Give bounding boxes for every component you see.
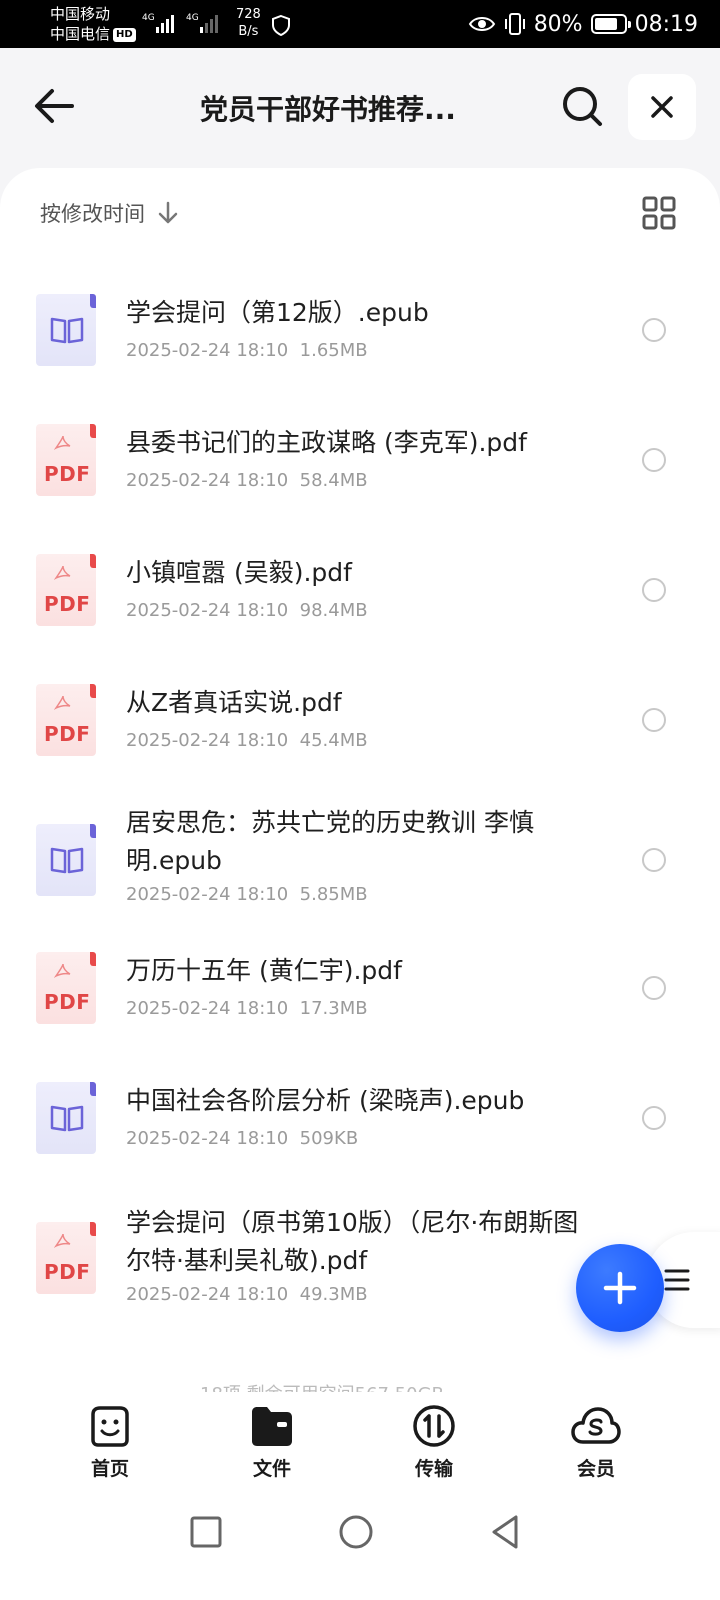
network-speed: 728 B/s xyxy=(236,7,261,39)
epub-file-icon xyxy=(36,294,96,366)
status-bar: 中国移动 中国电信 HD 4G 4G 728 B/s 80% 08:19 xyxy=(0,0,720,48)
nav-home[interactable]: 首页 xyxy=(60,1404,160,1484)
hd-badge: HD xyxy=(113,27,136,42)
acrobat-icon xyxy=(54,1233,71,1248)
file-row[interactable]: 学会提问（第12版）.epub 2025-02-24 18:10 1.65MB xyxy=(0,260,720,390)
bottom-nav: 首页 文件 传输 会员 xyxy=(0,1392,720,1492)
system-nav-bar xyxy=(0,1492,720,1600)
back-triangle-icon[interactable] xyxy=(486,1512,526,1552)
signal-icon-2: 4G xyxy=(186,13,218,33)
select-radio[interactable] xyxy=(642,1106,666,1130)
clock: 08:19 xyxy=(634,11,698,37)
svg-text:4G: 4G xyxy=(142,13,155,23)
file-name: 县委书记们的主政谋略 (李克军).pdf xyxy=(126,428,527,457)
file-meta: 2025-02-24 18:10 509KB xyxy=(126,1128,359,1149)
transfer-icon xyxy=(413,1405,455,1447)
file-name: 万历十五年 (黄仁宇).pdf xyxy=(126,956,402,985)
epub-file-icon xyxy=(36,1082,96,1154)
file-row[interactable]: 中国社会各阶层分析 (梁晓声).epub 2025-02-24 18:10 50… xyxy=(0,1060,720,1190)
book-icon xyxy=(50,317,84,344)
acrobat-icon xyxy=(54,435,71,450)
book-icon xyxy=(50,1105,84,1132)
carrier-2: 中国电信 xyxy=(50,25,111,43)
file-row[interactable]: 居安思危：苏共亡党的历史教训 李慎明.epub 2025-02-24 18:10… xyxy=(0,780,720,930)
smiley-home-icon xyxy=(91,1406,129,1447)
file-row[interactable]: PDF 从Z者真话实说.pdf 2025-02-24 18:10 45.4MB xyxy=(0,650,720,780)
pdf-file-icon: PDF xyxy=(36,952,96,1024)
epub-file-icon xyxy=(36,824,96,896)
nav-transfer[interactable]: 传输 xyxy=(384,1404,484,1484)
select-radio[interactable] xyxy=(642,448,666,472)
acrobat-icon xyxy=(54,565,71,580)
svg-text:4G: 4G xyxy=(186,13,199,23)
pdf-file-icon: PDF xyxy=(36,684,96,756)
file-name: 中国社会各阶层分析 (梁晓声).epub xyxy=(126,1086,525,1115)
file-row[interactable]: PDF 县委书记们的主政谋略 (李克军).pdf 2025-02-24 18:1… xyxy=(0,390,720,520)
signal-icon: 4G xyxy=(142,13,174,33)
file-meta: 2025-02-24 18:10 45.4MB xyxy=(126,730,368,751)
carrier-1: 中国移动 xyxy=(50,5,111,23)
file-name: 从Z者真话实说.pdf xyxy=(126,688,342,717)
app-header: 党员干部好书推荐... xyxy=(0,48,720,164)
select-radio[interactable] xyxy=(642,578,666,602)
battery-icon xyxy=(590,14,631,34)
vibrate-icon xyxy=(504,13,525,35)
file-meta: 2025-02-24 18:10 49.3MB xyxy=(126,1284,368,1305)
plus-icon xyxy=(603,1271,637,1305)
close-button[interactable] xyxy=(628,74,696,140)
home-circle-icon[interactable] xyxy=(336,1512,376,1552)
nav-home-label: 首页 xyxy=(90,1458,129,1480)
sort-control[interactable]: 按修改时间 xyxy=(40,198,179,228)
recent-apps-icon[interactable] xyxy=(186,1512,226,1552)
nav-member-label: 会员 xyxy=(576,1458,615,1480)
nav-transfer-label: 传输 xyxy=(414,1458,453,1480)
select-radio[interactable] xyxy=(642,318,666,342)
nav-files-label: 文件 xyxy=(252,1458,291,1480)
file-name: 学会提问（原书第10版）（尼尔·布朗斯图尔特·基利吴礼敬).pdf xyxy=(126,1208,579,1275)
nav-member[interactable]: 会员 xyxy=(546,1404,646,1484)
file-row[interactable]: PDF 万历十五年 (黄仁宇).pdf 2025-02-24 18:10 17.… xyxy=(0,930,720,1060)
nav-files[interactable]: 文件 xyxy=(222,1404,322,1484)
select-radio[interactable] xyxy=(642,976,666,1000)
storage-summary: 18项 剩余可用空间567.50GB xyxy=(200,1380,444,1392)
file-name: 学会提问（第12版）.epub xyxy=(126,298,429,327)
file-row[interactable]: PDF 小镇喧嚣 (吴毅).pdf 2025-02-24 18:10 98.4M… xyxy=(0,520,720,650)
wifi-shield-icon xyxy=(272,14,290,36)
sort-label: 按修改时间 xyxy=(40,202,145,226)
pdf-file-icon: PDF xyxy=(36,554,96,626)
select-radio[interactable] xyxy=(642,708,666,732)
file-meta: 2025-02-24 18:10 17.3MB xyxy=(126,998,368,1019)
pdf-file-icon: PDF xyxy=(36,1222,96,1294)
menu-icon[interactable] xyxy=(664,1268,690,1292)
battery-percent: 80% xyxy=(533,11,583,37)
file-name: 小镇喧嚣 (吴毅).pdf xyxy=(126,558,352,587)
page-title: 党员干部好书推荐... xyxy=(200,93,456,126)
file-meta: 2025-02-24 18:10 58.4MB xyxy=(126,470,368,491)
eye-icon xyxy=(468,17,495,31)
back-arrow-icon[interactable] xyxy=(32,86,76,126)
acrobat-icon xyxy=(54,695,71,710)
file-meta: 2025-02-24 18:10 5.85MB xyxy=(126,884,368,905)
close-icon xyxy=(651,96,673,118)
file-list-panel: 按修改时间 学会提问（第12版）.epub 2025-02-24 18:10 1… xyxy=(0,168,720,1400)
file-meta: 2025-02-24 18:10 98.4MB xyxy=(126,600,368,621)
file-name: 居安思危：苏共亡党的历史教训 李慎明.epub xyxy=(126,808,534,875)
grid-view-icon[interactable] xyxy=(642,196,676,230)
search-icon[interactable] xyxy=(560,84,604,128)
pdf-file-icon: PDF xyxy=(36,424,96,496)
status-right: 80% 08:19 xyxy=(468,10,698,38)
select-radio[interactable] xyxy=(642,848,666,872)
folder-icon xyxy=(252,1407,292,1446)
file-list: 学会提问（第12版）.epub 2025-02-24 18:10 1.65MB … xyxy=(0,260,720,1340)
cloud-member-icon xyxy=(571,1407,621,1444)
arrow-down-icon xyxy=(158,201,178,224)
add-button[interactable] xyxy=(576,1244,664,1332)
acrobat-icon xyxy=(54,963,71,978)
file-meta: 2025-02-24 18:10 1.65MB xyxy=(126,340,368,361)
carrier-info: 中国移动 中国电信 HD xyxy=(50,4,136,44)
book-icon xyxy=(50,847,84,874)
